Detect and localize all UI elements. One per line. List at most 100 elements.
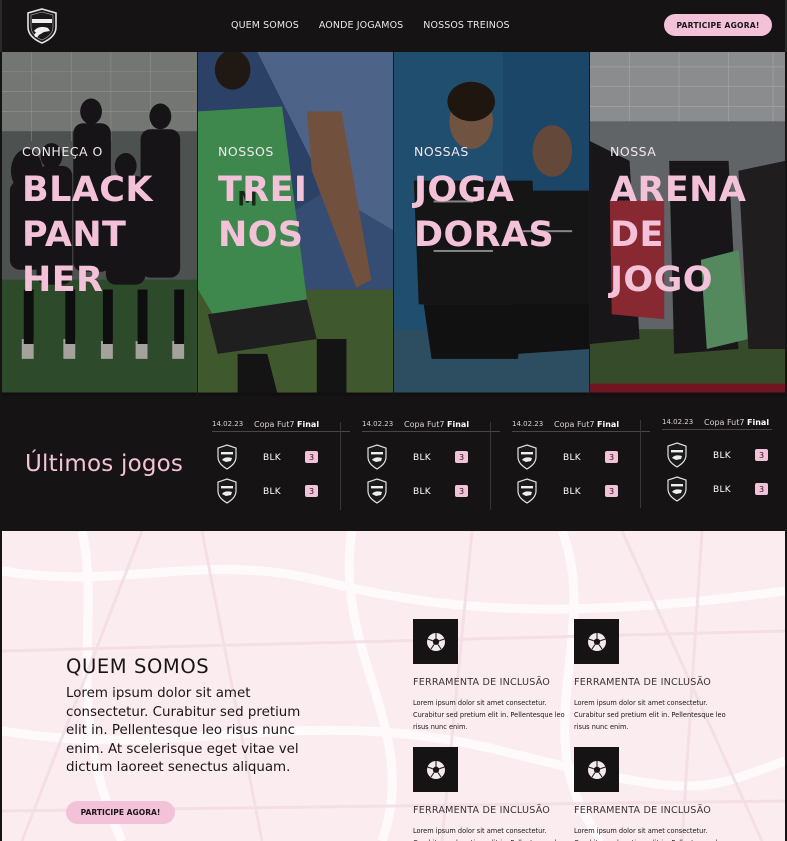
team-score: 3 — [605, 451, 618, 463]
hero-panel-arena[interactable]: NOSSA ARENA DE JOGO — [589, 52, 785, 396]
team-shield-icon — [217, 444, 237, 470]
panel-title-line: HER — [22, 260, 104, 300]
panel-title-line: JOGA — [414, 170, 515, 210]
panther-logo[interactable] — [25, 8, 59, 44]
participate-button-about[interactable]: PARTICIPE AGORA! — [66, 801, 175, 824]
panel-title: ARENA DE JOGO — [610, 168, 746, 303]
feature-title: FERRAMENTA DE INCLUSÃO — [413, 805, 551, 816]
panel-title-line: NOS — [218, 215, 304, 255]
team-score: 3 — [305, 451, 318, 463]
game-competition: Copa Fut7 Final — [704, 418, 769, 427]
team-score: 3 — [605, 485, 618, 497]
game-date: 14.02.23 — [212, 420, 244, 428]
game-card[interactable]: 14.02.23 Copa Fut7 Final BLK 3 BLK 3 — [640, 416, 772, 508]
feature-text: Lorem ipsum dolor sit amet consectetur. … — [413, 827, 565, 841]
panel-title-line: JOGO — [610, 260, 713, 300]
game-card[interactable]: 14.02.23 Copa Fut7 Final BLK 3 BLK 3 — [340, 418, 500, 510]
panel-title: JOGA DORAS — [414, 168, 554, 258]
site-header: QUEM SOMOS AONDE JOGAMOS NOSSOS TREINOS … — [0, 0, 787, 52]
team-score: 3 — [455, 451, 468, 463]
competition-name: Copa Fut7 — [554, 420, 595, 429]
feature-title: FERRAMENTA DE INCLUSÃO — [413, 677, 551, 688]
team-name: BLK — [263, 487, 281, 497]
competition-stage: Final — [747, 418, 770, 427]
competition-name: Copa Fut7 — [704, 418, 745, 427]
game-card-header: 14.02.23 Copa Fut7 Final — [212, 418, 350, 432]
competition-stage: Final — [447, 420, 470, 429]
latest-games-section: Últimos jogos 14.02.23 Copa Fut7 Final B… — [2, 396, 785, 531]
game-team-row: BLK 3 — [212, 444, 350, 472]
team-name: BLK — [263, 453, 281, 463]
team-shield-icon — [667, 442, 687, 468]
nav-link-aonde-jogamos[interactable]: AONDE JOGAMOS — [319, 20, 403, 31]
feature-text: Lorem ipsum dolor sit amet consectetur. … — [574, 827, 726, 841]
about-section: QUEM SOMOS Lorem ipsum dolor sit amet co… — [2, 531, 785, 841]
panel-title-line: TREI — [218, 170, 308, 210]
panel-subtitle: NOSSA — [610, 144, 657, 159]
card-divider — [490, 422, 491, 510]
soccer-ball-icon — [413, 747, 458, 792]
competition-stage: Final — [297, 420, 320, 429]
nav-link-nossos-treinos[interactable]: NOSSOS TREINOS — [423, 20, 509, 31]
game-card[interactable]: 14.02.23 Copa Fut7 Final BLK 3 BLK 3 — [490, 418, 650, 510]
panel-title-line: DORAS — [414, 215, 555, 255]
hero-panel-jogadoras[interactable]: NOSSAS JOGA DORAS — [393, 52, 589, 396]
panel-subtitle: CONHEÇA O — [22, 144, 103, 159]
game-card[interactable]: 14.02.23 Copa Fut7 Final BLK 3 BLK 3 — [212, 418, 350, 508]
card-divider — [640, 420, 641, 508]
feature-text: Lorem ipsum dolor sit amet consectetur. … — [413, 699, 565, 732]
panel-subtitle: NOSSOS — [218, 144, 274, 159]
panel-title-line: BLACK — [22, 170, 153, 210]
game-card-header: 14.02.23 Copa Fut7 Final — [362, 418, 500, 432]
feature-title: FERRAMENTA DE INCLUSÃO — [574, 677, 712, 688]
game-competition: Copa Fut7 Final — [254, 420, 319, 429]
team-name: BLK — [413, 453, 431, 463]
team-shield-icon — [517, 444, 537, 470]
game-date: 14.02.23 — [662, 418, 694, 426]
card-divider — [340, 422, 341, 510]
feature-text: Lorem ipsum dolor sit amet consectetur. … — [574, 699, 726, 732]
latest-games-title: Últimos jogos — [25, 451, 184, 477]
team-name: BLK — [713, 451, 731, 461]
game-team-row: BLK 3 — [662, 442, 772, 470]
team-name: BLK — [713, 485, 731, 495]
participate-button[interactable]: PARTICIPE AGORA! — [664, 14, 772, 36]
game-team-row: BLK 3 — [512, 444, 650, 472]
team-score: 3 — [305, 485, 318, 497]
soccer-ball-icon — [413, 619, 458, 664]
team-shield-icon — [217, 478, 237, 504]
team-score: 3 — [755, 449, 768, 461]
competition-name: Copa Fut7 — [404, 420, 445, 429]
panel-title-line: ARENA — [610, 170, 747, 210]
team-name: BLK — [413, 487, 431, 497]
main-nav: QUEM SOMOS AONDE JOGAMOS NOSSOS TREINOS — [231, 20, 510, 31]
game-team-row: BLK 3 — [512, 478, 650, 506]
team-score: 3 — [755, 483, 768, 495]
team-shield-icon — [367, 444, 387, 470]
feature-title: FERRAMENTA DE INCLUSÃO — [574, 805, 712, 816]
soccer-ball-icon — [574, 747, 619, 792]
game-date: 14.02.23 — [362, 420, 394, 428]
page: QUEM SOMOS AONDE JOGAMOS NOSSOS TREINOS … — [0, 0, 787, 841]
hero-panel-treinos[interactable]: M NOSSOS TREI NOS — [197, 52, 393, 396]
panel-title-line: PANT — [22, 215, 127, 255]
team-score: 3 — [455, 485, 468, 497]
team-name: BLK — [563, 453, 581, 463]
soccer-ball-icon — [574, 619, 619, 664]
game-team-row: BLK 3 — [662, 476, 772, 504]
game-team-row: BLK 3 — [212, 478, 350, 506]
panel-title: BLACK PANT HER — [22, 168, 153, 303]
game-competition: Copa Fut7 Final — [404, 420, 469, 429]
competition-name: Copa Fut7 — [254, 420, 295, 429]
hero-panel-black-panther[interactable]: CONHEÇA O BLACK PANT HER — [2, 52, 197, 396]
nav-link-quem-somos[interactable]: QUEM SOMOS — [231, 20, 299, 31]
game-competition: Copa Fut7 Final — [554, 420, 619, 429]
team-shield-icon — [517, 478, 537, 504]
panel-subtitle: NOSSAS — [414, 144, 469, 159]
game-team-row: BLK 3 — [362, 444, 500, 472]
game-team-row: BLK 3 — [362, 478, 500, 506]
game-card-header: 14.02.23 Copa Fut7 Final — [512, 418, 650, 432]
team-name: BLK — [563, 487, 581, 497]
competition-stage: Final — [597, 420, 620, 429]
game-date: 14.02.23 — [512, 420, 544, 428]
